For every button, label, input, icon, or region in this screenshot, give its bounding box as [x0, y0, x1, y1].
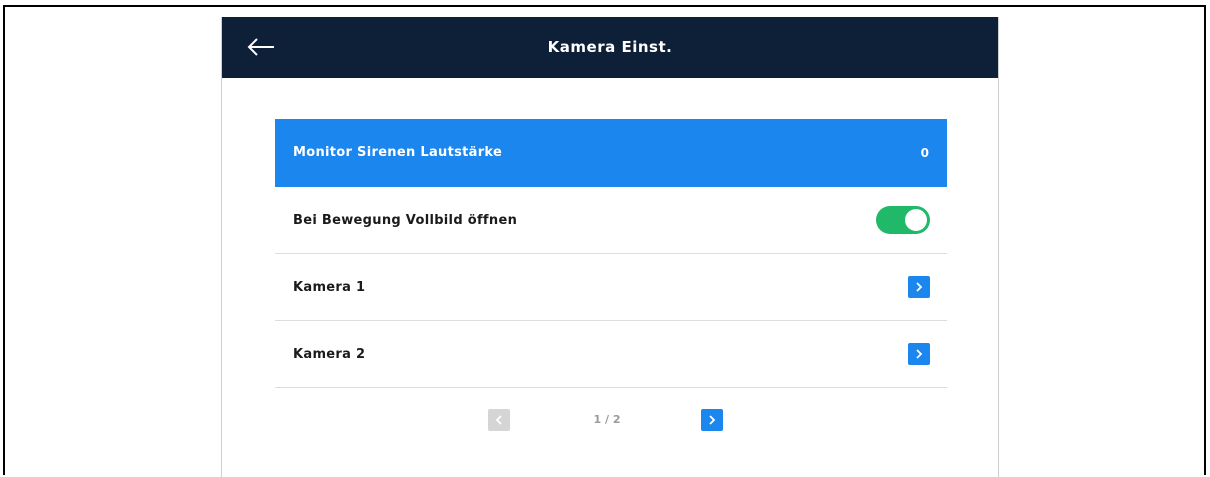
page-indicator: 1 / 2: [593, 413, 621, 426]
setting-camera-2[interactable]: Kamera 2: [275, 321, 947, 388]
camera-2-open-button[interactable]: [908, 343, 930, 365]
chevron-right-icon: [916, 282, 923, 292]
chevron-left-icon: [495, 415, 502, 425]
setting-label: Bei Bewegung Vollbild öffnen: [293, 212, 518, 228]
chevron-right-icon: [916, 349, 923, 359]
toggle-knob: [905, 209, 927, 231]
prev-page-button[interactable]: [488, 409, 510, 431]
setting-siren-volume[interactable]: Monitor Sirenen Lautstärke 0: [275, 119, 947, 187]
next-page-button[interactable]: [701, 409, 723, 431]
setting-label: Kamera 1: [293, 279, 366, 295]
setting-label: Monitor Sirenen Lautstärke: [293, 145, 503, 160]
setting-motion-fullscreen[interactable]: Bei Bewegung Vollbild öffnen: [275, 187, 947, 254]
siren-volume-value: 0: [920, 145, 929, 160]
page-title: Kamera Einst.: [547, 38, 673, 56]
settings-screen: Kamera Einst. Monitor Sirenen Lautstärke…: [221, 17, 999, 477]
chevron-right-icon: [709, 415, 716, 425]
setting-label: Kamera 2: [293, 346, 366, 362]
motion-fullscreen-toggle[interactable]: [876, 206, 930, 234]
title-bar: Kamera Einst.: [222, 17, 998, 78]
settings-list: Monitor Sirenen Lautstärke 0 Bei Bewegun…: [275, 119, 947, 388]
pagination: 1 / 2: [222, 409, 998, 431]
setting-camera-1[interactable]: Kamera 1: [275, 254, 947, 321]
camera-1-open-button[interactable]: [908, 276, 930, 298]
